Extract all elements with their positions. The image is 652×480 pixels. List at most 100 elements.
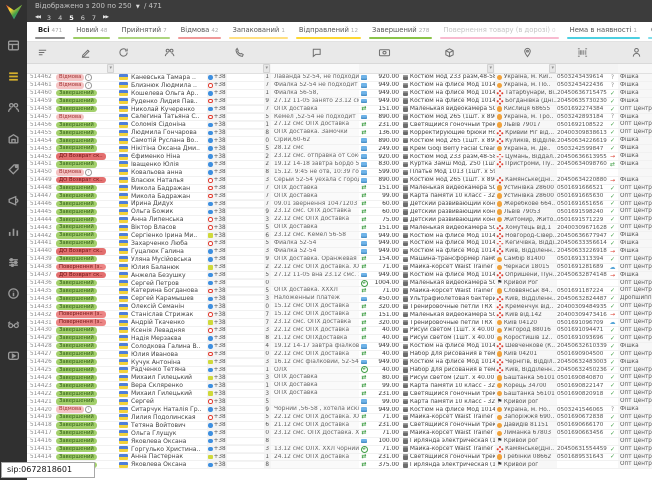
status-badge[interactable]: Завершений xyxy=(56,130,97,136)
status-badge[interactable]: Завершений xyxy=(56,343,97,349)
table-row[interactable]: 514433 Завершений Олексій Семанін +38 0 … xyxy=(27,303,652,311)
status-badge[interactable]: Відмова xyxy=(56,169,84,175)
tab-Відмова[interactable]: Відмова42 xyxy=(174,22,226,41)
status-badge[interactable]: Завершений xyxy=(56,383,97,389)
first-page-button[interactable]: ◀◀ xyxy=(35,15,40,20)
status-badge[interactable]: Повернення (з.. xyxy=(56,319,106,325)
phone-cell[interactable]: +38 7 xyxy=(207,319,271,326)
tab-Відправлений[interactable]: Відправлений12 xyxy=(292,22,365,41)
column-comment-icon[interactable] xyxy=(271,42,359,63)
table-row[interactable]: 514434 Завершений Сергей Карамышев +38 3… xyxy=(27,295,652,303)
sidebar-item-company[interactable] xyxy=(0,124,27,155)
phone-cell[interactable]: +38 5 xyxy=(207,414,271,421)
table-row[interactable]: 514443 Завершений Віктор Власов +38 5 ОП… xyxy=(27,224,652,232)
phone-cell[interactable]: +38 5 xyxy=(207,287,271,294)
tab-Всі[interactable]: Всі471 xyxy=(31,22,69,41)
status-badge[interactable]: Завершений xyxy=(56,351,97,357)
table-row[interactable]: 514429 Завершений Надія Мерзаєва +38 8 2… xyxy=(27,335,652,343)
table-row[interactable]: 514413 Завершений Яковлева Оксана +38 8 … xyxy=(27,461,652,469)
status-badge[interactable]: Завершений xyxy=(56,240,97,246)
status-badge[interactable]: Завершений xyxy=(56,398,97,404)
phone-cell[interactable]: +38 5 xyxy=(207,114,271,121)
column-client-icon[interactable] xyxy=(131,47,207,58)
table-row[interactable]: 514431 Повернення (з.. Андрій Ткаченко +… xyxy=(27,319,652,327)
phone-cell[interactable]: +38 9 xyxy=(207,98,271,105)
phone-cell[interactable]: +38 2 xyxy=(207,264,271,271)
sidebar-item-info[interactable] xyxy=(0,279,27,310)
status-badge[interactable]: ДО Возврат ск.. xyxy=(56,177,106,183)
phone-cell[interactable]: +38 0 xyxy=(207,303,271,310)
table-row[interactable]: 514458 Завершений Николай Кучеренко +38 … xyxy=(27,106,652,114)
column-sort-icon[interactable] xyxy=(27,47,55,58)
phone-cell[interactable]: +38 7 xyxy=(207,82,271,89)
status-badge[interactable]: ДО Возврат ск.. xyxy=(56,153,106,159)
phone-cell[interactable]: +38 3 xyxy=(207,359,271,366)
sidebar-item-video[interactable] xyxy=(0,341,27,372)
table-row[interactable]: 514420 Відмова Ситарчук Наталія Гр.. +38… xyxy=(27,406,652,414)
tab-Запакований[interactable]: Запакований1 xyxy=(225,22,291,41)
status-badge[interactable]: Завершений xyxy=(56,367,97,373)
table-row[interactable]: 514423 Завершений Вера Скляренко +38 1 О… xyxy=(27,382,652,390)
phone-cell[interactable]: +38 1 xyxy=(207,74,271,81)
phone-cell[interactable]: +38 5 xyxy=(207,145,271,152)
phone-cell[interactable]: +38 1 xyxy=(207,121,271,128)
phone-cell[interactable]: +38 3 xyxy=(207,248,271,255)
phone-cell[interactable]: +38 3 xyxy=(207,374,271,381)
table-row[interactable]: 514424 Завершений Михаил Гилецький +38 3… xyxy=(27,374,652,382)
status-badge[interactable]: Завершений xyxy=(56,232,97,238)
table-row[interactable]: 514436 Завершений Сергей Петров +38 0 ₴ … xyxy=(27,280,652,288)
column-payment-icon[interactable] xyxy=(369,47,401,58)
table-row[interactable]: 514452 ДО Возврат ск.. Єфименко Ніна +38… xyxy=(27,153,652,161)
table-row[interactable]: 514455 Завершений Людмила Гончарова +38 … xyxy=(27,129,652,137)
phone-cell[interactable]: +38 5 xyxy=(207,240,271,247)
sidebar-item-orders[interactable] xyxy=(0,62,27,93)
status-badge[interactable]: Завершений xyxy=(56,375,97,381)
phone-cell[interactable]: +38 3 xyxy=(207,390,271,397)
status-badge[interactable]: Завершений xyxy=(56,106,97,112)
tab-Повернення товару (в дорозі)[interactable]: Повернення товару (в дорозі)0 xyxy=(436,22,562,41)
phone-cell[interactable]: +38 7 xyxy=(207,193,271,200)
table-row[interactable]: 514457 Відмова Салегина Татьяна С.. +38 … xyxy=(27,114,652,122)
status-badge[interactable]: Завершений xyxy=(56,430,97,436)
tab-Прийнятий[interactable]: Прийнятий7 xyxy=(114,22,173,41)
status-badge[interactable]: Завершений xyxy=(56,161,97,167)
phone-cell[interactable]: +38 1 xyxy=(207,382,271,389)
phone-cell[interactable]: +38 7 xyxy=(207,311,271,318)
table-row[interactable]: 514439 Завершений Уляна Мусійовська +38 … xyxy=(27,256,652,264)
phone-cell[interactable]: +38 0 xyxy=(207,430,271,437)
column-ttn-icon[interactable] xyxy=(557,47,607,58)
table-row[interactable]: 514451 Завершений Іващенко Юлія +38 2 19… xyxy=(27,161,652,169)
column-product-icon[interactable] xyxy=(401,47,495,58)
status-badge[interactable]: Завершений xyxy=(56,185,97,191)
phone-cell[interactable]: +38 1 xyxy=(207,367,271,374)
table-row[interactable]: 514444 Завершений Анна Липенська +38 3 2… xyxy=(27,216,652,224)
phone-cell[interactable]: +38 3 xyxy=(207,295,271,302)
phone-cell[interactable]: +38 8 xyxy=(207,335,271,342)
status-badge[interactable]: Повернення (з.. xyxy=(56,264,106,270)
table-row[interactable]: 514438 Повернення (з.. Юлия Баланюк +38 … xyxy=(27,264,652,272)
status-badge[interactable]: Завершений xyxy=(56,138,97,144)
status-badge[interactable]: Завершений xyxy=(56,224,97,230)
table-row[interactable]: 514446 Завершений Ирина Дидух +38 7 09.0… xyxy=(27,201,652,209)
status-badge[interactable]: Завершений xyxy=(56,217,97,223)
phone-cell[interactable]: +38 7 xyxy=(207,185,271,192)
status-badge[interactable]: Завершений xyxy=(56,209,97,215)
status-badge[interactable]: Завершений xyxy=(56,280,97,286)
page-button-6[interactable]: 6 xyxy=(81,14,85,22)
status-badge[interactable]: Завершений xyxy=(56,145,97,151)
sidebar-item-contacts[interactable] xyxy=(0,93,27,124)
status-badge[interactable]: Завершений xyxy=(56,304,97,310)
phone-cell[interactable]: +38 8 xyxy=(207,438,271,445)
table-row[interactable]: 514421 Завершений Сергей +38 5 99.00 Кар… xyxy=(27,398,652,406)
status-badge[interactable]: Завершений xyxy=(56,446,97,452)
table-row[interactable]: 514462 Відмова Каневська Тамара .. +38 1… xyxy=(27,74,652,82)
sidebar-item-settings[interactable] xyxy=(0,248,27,279)
sidebar-item-products[interactable] xyxy=(0,155,27,186)
status-badge[interactable]: Завершений xyxy=(56,296,97,302)
status-badge[interactable]: Завершений xyxy=(56,335,97,341)
sidebar-item-marketing[interactable] xyxy=(0,186,27,217)
phone-cell[interactable]: +38 1 xyxy=(207,90,271,97)
table-row[interactable]: 514428 Завершений Солодкова Галина В.. +… xyxy=(27,343,652,351)
table-row[interactable]: 514417 Завершений Ольга Глущук +38 0 23.… xyxy=(27,430,652,438)
phone-cell[interactable]: +38 7 xyxy=(207,201,271,208)
